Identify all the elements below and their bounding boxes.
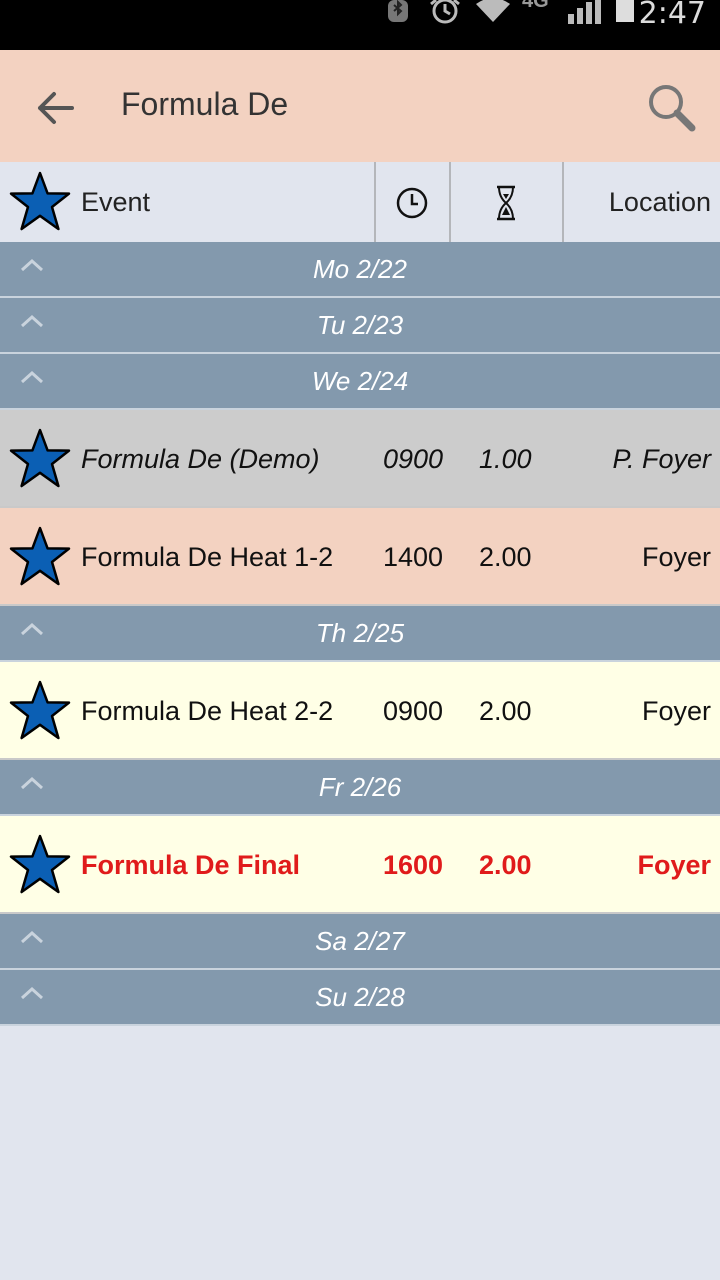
app-bar: Formula De	[0, 50, 720, 162]
search-icon[interactable]	[644, 80, 700, 136]
day-group-header[interactable]: Mo 2/22	[0, 242, 720, 298]
event-name: Formula De Heat 2-2	[81, 696, 334, 726]
event-time: 0900	[383, 696, 444, 726]
event-column-label: Event	[81, 187, 151, 217]
location-column-label: Location	[608, 187, 711, 217]
day-label: Sa 2/27	[315, 926, 405, 956]
event-name: Formula De Final	[81, 850, 301, 880]
event-duration: 2.00	[479, 542, 532, 572]
column-header-row: Event Location	[0, 162, 720, 242]
day-group-header[interactable]: Sa 2/27	[0, 914, 720, 970]
day-group-header[interactable]: Fr 2/26	[0, 760, 720, 816]
time-column-header[interactable]	[376, 162, 449, 242]
back-arrow-icon[interactable]	[30, 82, 82, 134]
clock-icon	[396, 187, 428, 219]
wifi-icon	[476, 0, 510, 22]
day-label: We 2/24	[311, 366, 409, 396]
event-time: 0900	[383, 444, 444, 474]
star-icon[interactable]	[8, 834, 72, 896]
day-group-header[interactable]: Th 2/25	[0, 606, 720, 662]
event-row[interactable]: Formula De Heat 1-2 1400 2.00 Foyer	[0, 508, 720, 606]
day-group-header[interactable]: We 2/24	[0, 354, 720, 410]
event-location: Foyer	[641, 696, 711, 726]
alarm-icon	[430, 0, 460, 24]
event-row[interactable]: Formula De (Demo) 0900 1.00 P. Foyer	[0, 410, 720, 508]
event-duration: 2.00	[479, 696, 532, 726]
day-label: Su 2/28	[315, 982, 405, 1012]
star-icon[interactable]	[8, 680, 72, 742]
status-bar: 4G 2:47	[0, 0, 720, 50]
event-duration: 2.00	[479, 850, 532, 880]
day-group-header[interactable]: Tu 2/23	[0, 298, 720, 354]
event-time: 1400	[383, 542, 444, 572]
event-row[interactable]: Formula De Final 1600 2.00 Foyer	[0, 816, 720, 914]
hourglass-icon	[497, 185, 515, 221]
event-column-header[interactable]: Event	[0, 162, 375, 242]
signal-icon	[568, 0, 601, 24]
day-label: Fr 2/26	[318, 772, 402, 802]
day-group-header[interactable]: Su 2/28	[0, 970, 720, 1026]
status-clock: 2:47	[638, 0, 706, 31]
event-name: Formula De Heat 1-2	[81, 542, 334, 572]
day-label: Tu 2/23	[316, 310, 404, 340]
location-column-header[interactable]: Location	[564, 162, 720, 242]
event-location: P. Foyer	[612, 444, 711, 474]
event-location: Foyer	[641, 542, 711, 572]
star-icon[interactable]	[8, 428, 72, 490]
day-label: Mo 2/22	[313, 254, 407, 284]
event-name: Formula De (Demo)	[81, 444, 320, 474]
duration-column-header[interactable]	[451, 162, 562, 242]
bluetooth-icon	[388, 0, 408, 22]
star-icon[interactable]	[8, 526, 72, 588]
star-icon[interactable]	[8, 171, 72, 233]
event-row[interactable]: Formula De Heat 2-2 0900 2.00 Foyer	[0, 662, 720, 760]
page-title: Formula De	[121, 86, 289, 122]
event-duration: 1.00	[479, 444, 532, 474]
event-location: Foyer	[637, 850, 711, 880]
event-time: 1600	[383, 850, 444, 880]
network-type-label: 4G	[522, 0, 549, 12]
day-label: Th 2/25	[315, 618, 405, 648]
battery-icon	[616, 0, 634, 22]
